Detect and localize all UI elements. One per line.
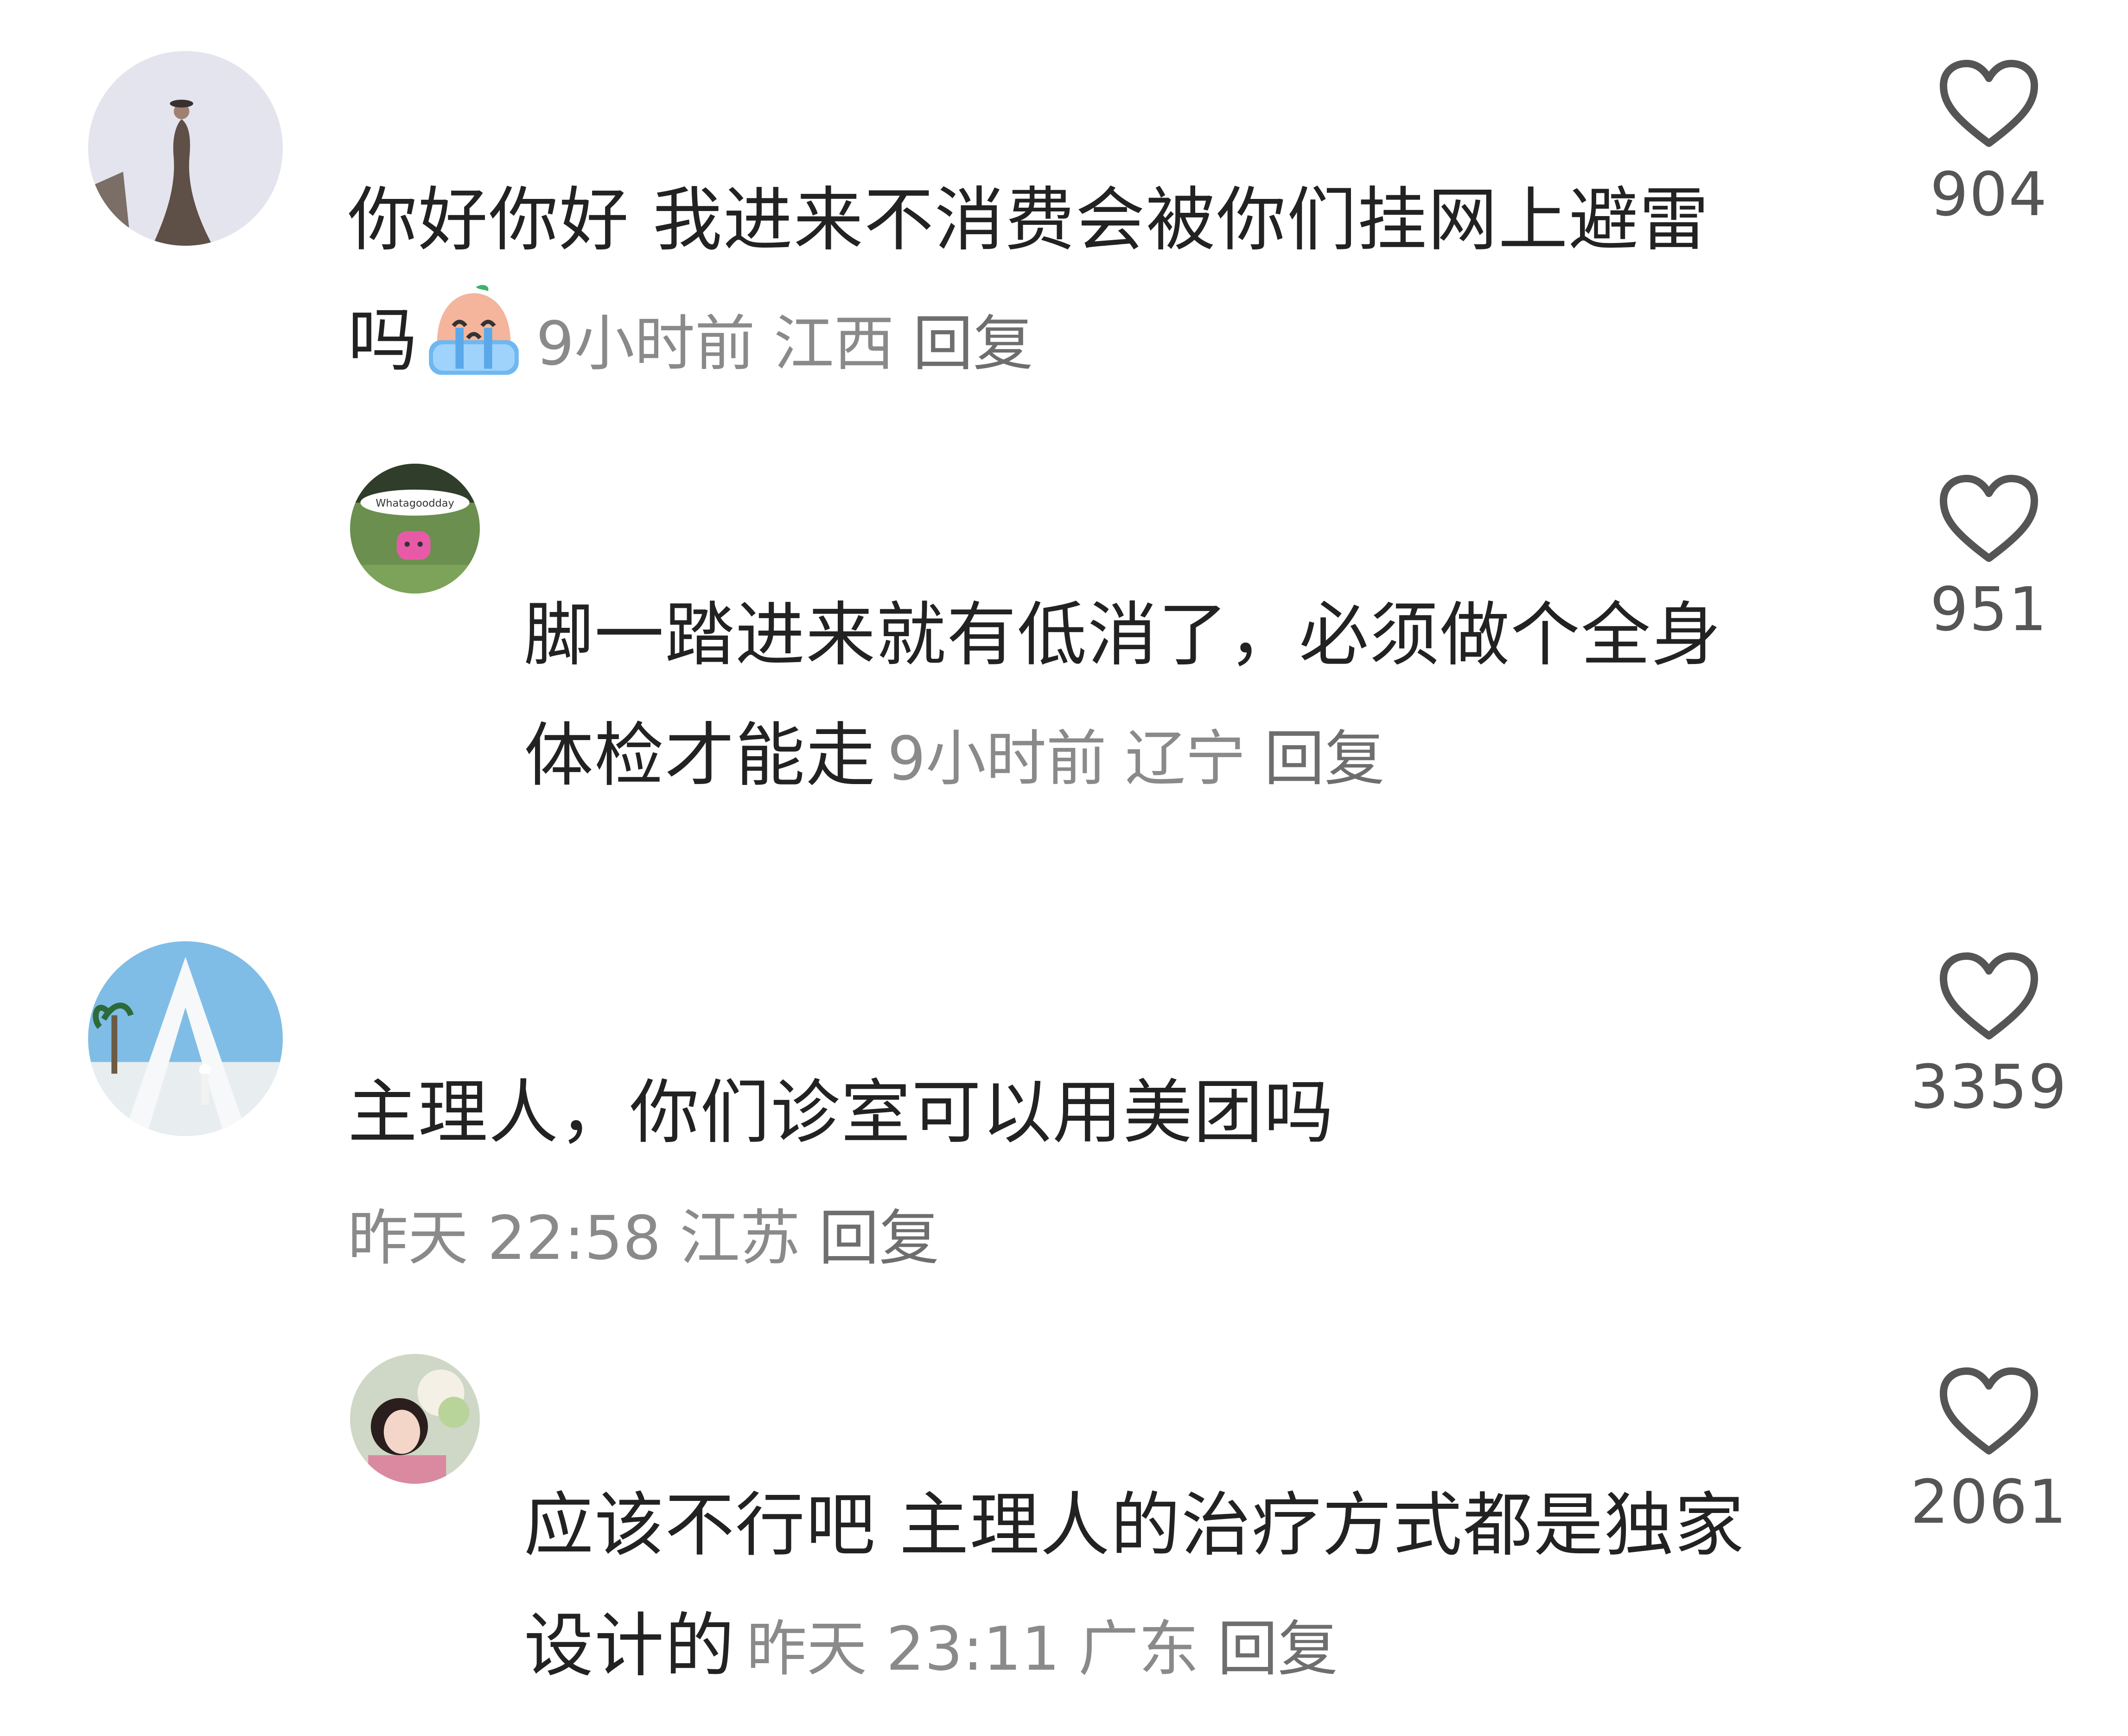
comment-text-line: 吗 9小时前 江西 回复 xyxy=(348,281,1831,420)
comment-text-line: 应该不行吧 主理人的治疗方式都是独家 xyxy=(524,1485,1745,1566)
avatar[interactable] xyxy=(88,941,283,1136)
comment-meta: 昨天 22:58 江苏 回复 xyxy=(348,1201,939,1275)
like-control[interactable]: 951 xyxy=(1905,473,2072,646)
avatar[interactable]: Whatagoodday xyxy=(350,464,480,594)
avatar[interactable] xyxy=(88,51,283,246)
heart-outline-icon[interactable] xyxy=(1938,473,2040,566)
comment-text-tail: 体检才能走 xyxy=(524,715,877,796)
like-count: 3359 xyxy=(1910,1052,2068,1122)
comment-text: 你好你好 我进来不消费会被你们挂网上避雷 吗 9小时前 江西 回复 xyxy=(348,160,1831,420)
comment-text-tail: 吗 xyxy=(348,300,419,381)
heart-outline-icon[interactable] xyxy=(1938,1366,2040,1458)
like-control[interactable]: 3359 xyxy=(1905,951,2072,1124)
comment-text: 主理人，你们诊室可以用美团吗 xyxy=(348,1053,1831,1173)
comment-location: 江苏 xyxy=(679,1203,800,1273)
comment-text-tail: 设计的 xyxy=(524,1606,736,1686)
reply-button[interactable]: 回复 xyxy=(1264,723,1385,794)
heart-outline-icon[interactable] xyxy=(1938,951,2040,1043)
comment-location: 广东 xyxy=(1078,1614,1199,1684)
avatar-image: Whatagoodday xyxy=(350,464,480,594)
comment-text-line: 主理人，你们诊室可以用美团吗 xyxy=(348,1072,1335,1153)
comment-meta: 昨天 23:11 广东 回复 xyxy=(746,1614,1338,1684)
comment-text: 应该不行吧 主理人的治疗方式都是独家 设计的 昨天 23:11 广东 回复 xyxy=(524,1465,1845,1709)
comment-text-line: 设计的 昨天 23:11 广东 回复 xyxy=(524,1586,1845,1709)
like-count: 2061 xyxy=(1910,1467,2068,1537)
comment-text-line: 你好你好 我进来不消费会被你们挂网上避雷 xyxy=(348,180,1710,261)
avatar-caption: Whatagoodday xyxy=(376,497,454,509)
heart-outline-icon[interactable] xyxy=(1938,58,2040,151)
avatar-image xyxy=(350,1354,480,1484)
comment-time: 昨天 23:11 xyxy=(746,1614,1060,1684)
like-count: 951 xyxy=(1930,574,2048,645)
comment-time: 9小时前 xyxy=(536,308,755,379)
comment-meta: 9小时前 辽宁 回复 xyxy=(887,723,1385,794)
like-control[interactable]: 904 xyxy=(1905,58,2072,231)
comment-location: 辽宁 xyxy=(1125,723,1246,794)
comment-text: 脚一踏进来就有低消了，必须做个全身 体检才能走 9小时前 辽宁 回复 xyxy=(524,575,1822,819)
avatar-image xyxy=(88,51,283,246)
comment-text-line: 体检才能走 9小时前 辽宁 回复 xyxy=(524,696,1822,819)
comment-time: 9小时前 xyxy=(887,723,1107,794)
comment-meta: 9小时前 江西 回复 xyxy=(536,308,1033,379)
avatar-image xyxy=(88,941,283,1136)
comment-location: 江西 xyxy=(773,308,894,379)
reply-button[interactable]: 回复 xyxy=(1217,1614,1338,1684)
reply-button[interactable]: 回复 xyxy=(913,308,1033,379)
avatar[interactable] xyxy=(350,1354,480,1484)
crying-face-emoji-icon xyxy=(423,281,525,420)
like-count: 904 xyxy=(1930,159,2048,230)
reply-button[interactable]: 回复 xyxy=(819,1203,939,1273)
like-control[interactable]: 2061 xyxy=(1905,1366,2072,1539)
comment-text-line: 脚一踏进来就有低消了，必须做个全身 xyxy=(524,595,1722,676)
comment-time: 昨天 22:58 xyxy=(348,1203,661,1273)
